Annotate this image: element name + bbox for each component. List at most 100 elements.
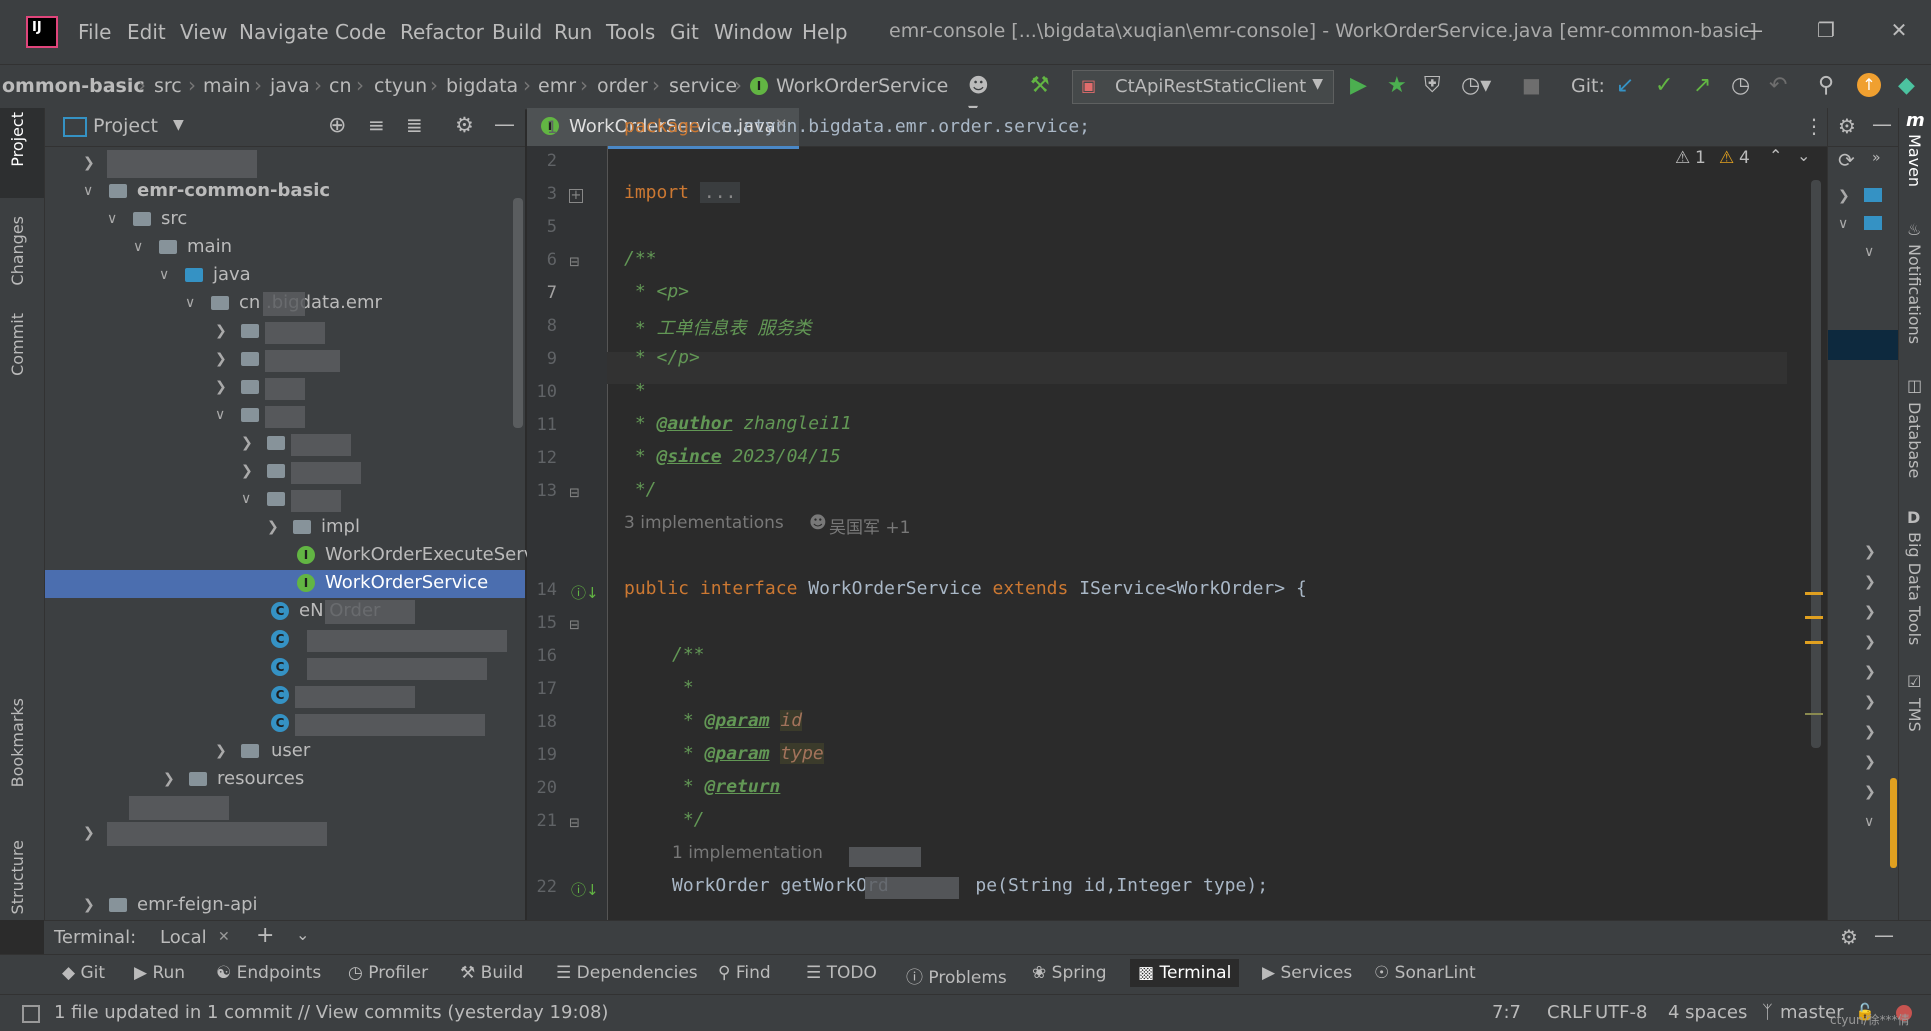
tool-tab-changes[interactable]: Changes [8, 216, 27, 286]
reload-icon[interactable]: ⟳ [1838, 148, 1855, 172]
selected-row[interactable] [1828, 330, 1899, 360]
tree-item-emr-common-basic[interactable]: ∨ emr-common-basic [45, 178, 525, 206]
chevron-right-icon[interactable]: ❯ [1864, 604, 1876, 620]
gear-icon[interactable]: ⚙ [455, 113, 474, 137]
tree-item-obscured[interactable]: ❯ [45, 458, 525, 486]
status-message[interactable]: 1 file updated in 1 commit // View commi… [54, 1002, 608, 1023]
breadcrumb-emr[interactable]: emr [538, 75, 576, 97]
menu-edit[interactable]: Edit [127, 20, 166, 44]
tree-item-resources[interactable]: ❯ resources [45, 766, 525, 794]
chevron-right-icon[interactable]: ❯ [1864, 664, 1876, 680]
warning-marker[interactable] [1805, 616, 1823, 619]
code-line-21[interactable]: */ [672, 809, 705, 830]
breadcrumb-src[interactable]: src [154, 75, 182, 97]
bottom-tab-sonarlint[interactable]: ☉ SonarLint [1374, 963, 1476, 983]
maven-scrollbar[interactable] [1890, 778, 1897, 868]
code-line-13[interactable]: */ [624, 479, 657, 500]
tool-tab-database[interactable]: Database [1905, 402, 1924, 478]
tree-item-class[interactable]: C [45, 626, 525, 654]
chevron-right-icon[interactable]: ❯ [1864, 694, 1876, 710]
code-line-9[interactable]: * </p> [624, 347, 700, 368]
tree-item-class[interactable]: C [45, 710, 525, 738]
tree-item-package[interactable]: ∨ cn .bigdata.emr [45, 290, 525, 318]
coverage-icon[interactable]: ⛨ [1424, 73, 1450, 99]
fold-expand-icon[interactable]: + [569, 189, 583, 203]
tool-tab-notifications[interactable]: Notifications [1905, 244, 1924, 344]
tool-tab-bookmarks[interactable]: Bookmarks [8, 698, 27, 787]
breadcrumb-bigdata[interactable]: bigdata [446, 75, 518, 97]
close-icon[interactable]: ✕ [1884, 18, 1914, 44]
chevron-down-icon[interactable]: ▼ [173, 117, 184, 133]
tree-item-src[interactable]: ∨ src [45, 206, 525, 234]
chevron-down-icon[interactable]: ∨ [1864, 244, 1874, 260]
code-line-16[interactable]: /** [672, 644, 705, 665]
code-line-8[interactable]: * 工单信息表 服务类 [624, 314, 812, 340]
chevron-right-icon[interactable]: ❯ [1864, 754, 1876, 770]
folded-imports[interactable]: ... [699, 182, 741, 203]
bottom-tab-problems[interactable]: ⓘ Problems [906, 963, 1007, 988]
fold-end-icon[interactable]: ⊟ [569, 816, 580, 831]
more-icon[interactable]: » [1872, 150, 1881, 166]
code-line-18[interactable]: * @param id [672, 710, 803, 731]
tree-item-work-order-execute-service[interactable]: I WorkOrderExecuteServ [45, 542, 534, 570]
debug-icon[interactable]: ★ [1387, 73, 1413, 99]
add-terminal-icon[interactable]: + [256, 923, 274, 948]
fold-end-icon[interactable]: ⊟ [569, 486, 580, 501]
code-line-1[interactable]: package cn.ctyun.bigdata.emr.order.servi… [624, 116, 1090, 137]
breadcrumb-current[interactable]: WorkOrderService [776, 75, 948, 97]
plugin-icon[interactable]: ◆ [1898, 73, 1924, 99]
tree-item-java[interactable]: ∨ java [45, 262, 525, 290]
restore-icon[interactable]: ❐ [1811, 18, 1841, 44]
implemented-by-icon[interactable]: ⓘ↓ [571, 879, 599, 900]
previous-problem-icon[interactable]: ⌃ [1769, 146, 1782, 165]
chevron-right-icon[interactable]: ❯ [1864, 784, 1876, 800]
code-line-10[interactable]: * [624, 380, 646, 401]
run-icon[interactable]: ▶ [1350, 73, 1376, 99]
hide-icon[interactable]: — [1872, 112, 1892, 136]
toggle-tool-windows-icon[interactable] [22, 1005, 40, 1023]
bottom-tab-todo[interactable]: ☰ TODO [806, 963, 877, 983]
weak-warning-icon[interactable]: ⚠ [1719, 148, 1734, 168]
code-line-11[interactable]: * @author zhanglei11 [624, 413, 852, 434]
stop-icon[interactable]: ■ [1522, 73, 1548, 99]
warning-marker[interactable] [1805, 641, 1823, 644]
tool-tab-big-data-tools[interactable]: Big Data Tools [1905, 532, 1924, 645]
warning-marker[interactable] [1805, 592, 1823, 595]
menu-refactor[interactable]: Refactor [400, 20, 484, 44]
tool-tab-structure[interactable]: Structure [8, 840, 27, 914]
implementations-hint[interactable]: 3 implementations [624, 513, 784, 533]
menu-help[interactable]: Help [802, 20, 848, 44]
chevron-right-icon[interactable]: ❯ [1838, 188, 1850, 204]
breadcrumb-java[interactable]: java [270, 75, 310, 97]
tool-tab-tms[interactable]: TMS [1905, 698, 1924, 732]
breadcrumb-module[interactable]: ommon-basic [2, 75, 145, 97]
tree-item-user[interactable]: ❯ user [45, 738, 525, 766]
code-line-3[interactable]: import ... [624, 182, 741, 203]
code-line-12[interactable]: * @since 2023/04/15 [624, 446, 841, 467]
chevron-right-icon[interactable]: ❯ [1864, 544, 1876, 560]
tree-item-class[interactable]: C [45, 654, 525, 682]
history-icon[interactable]: ◷ [1731, 73, 1757, 99]
bottom-tab-services[interactable]: ▶ Services [1262, 963, 1352, 983]
implementations-hint[interactable]: 1 implementation [672, 843, 823, 863]
tool-tab-maven[interactable]: Maven [1905, 134, 1924, 187]
breadcrumb-ctyun[interactable]: ctyun [374, 75, 427, 97]
fold-collapse-icon[interactable]: ⊟ [569, 255, 580, 270]
breadcrumb-cn[interactable]: cn [329, 75, 352, 97]
menu-navigate[interactable]: Navigate [239, 20, 329, 44]
editor-scrollbar[interactable] [1811, 180, 1821, 748]
project-view-title[interactable]: Project [93, 115, 158, 137]
menu-file[interactable]: File [78, 20, 111, 44]
tree-item-service-package[interactable]: ∨ [45, 486, 525, 514]
menu-tools[interactable]: Tools [606, 20, 655, 44]
bottom-tab-endpoints[interactable]: ☯ Endpoints [216, 963, 321, 983]
code-line-17[interactable]: * [672, 677, 694, 698]
file-encoding[interactable]: UTF-8 [1595, 1002, 1647, 1023]
author-hint[interactable]: 吴国军 +1 [829, 513, 910, 538]
menu-window[interactable]: Window [714, 20, 793, 44]
menu-code[interactable]: Code [335, 20, 386, 44]
menu-view[interactable]: View [180, 20, 227, 44]
implemented-by-icon[interactable]: ⓘ↓ [571, 582, 599, 603]
code-line-22[interactable]: WorkOrder getWorkOrd pe(String id,Intege… [672, 875, 1268, 896]
update-icon[interactable]: ↑ [1857, 73, 1881, 97]
